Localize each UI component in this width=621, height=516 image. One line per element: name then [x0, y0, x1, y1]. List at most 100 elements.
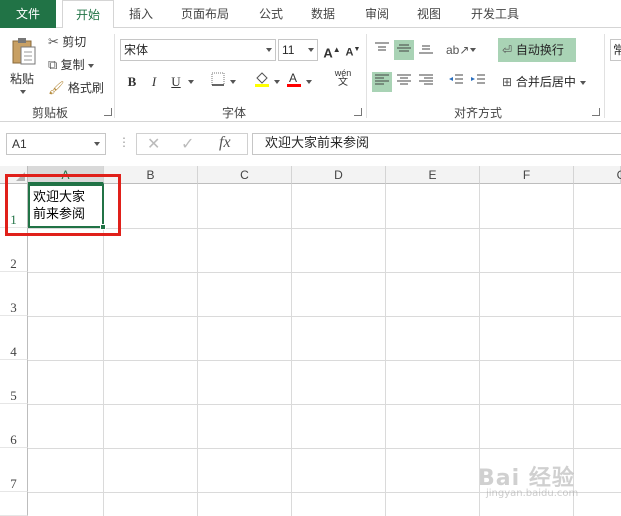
enter-check-icon[interactable]: ✓ [181, 134, 194, 154]
format-painter-button[interactable]: 🖌 格式刷 [48, 79, 104, 97]
row-header-5[interactable]: 5 [0, 360, 28, 404]
chevron-down-icon[interactable] [274, 80, 280, 84]
align-center-button[interactable] [394, 72, 414, 92]
grow-font-button[interactable]: A▲ [322, 40, 342, 60]
italic-button[interactable]: I [144, 72, 164, 92]
tab-home[interactable]: 开始 [62, 0, 114, 29]
shrink-font-label: A [345, 46, 354, 59]
brush-icon: 🖌 [48, 80, 65, 95]
font-color-button[interactable]: A [284, 70, 304, 90]
ribbon: 粘贴 ✂ 剪切 ⧉ 复制 🖌 格式刷 剪贴板 宋体 11 A▲ A▼ B I U [0, 28, 621, 122]
copy-button[interactable]: ⧉ 复制 [48, 56, 94, 74]
align-top-icon [375, 42, 389, 51]
font-group-label: 字体 [222, 106, 247, 120]
align-bottom-button[interactable] [416, 40, 436, 60]
tab-data[interactable]: 数据 [300, 0, 346, 28]
copy-label: 复制 [60, 58, 85, 72]
formula-bar: A1 ⋮ ✕ ✓ fx 欢迎大家前来参阅 [0, 122, 621, 166]
clipboard-group-label: 剪贴板 [32, 106, 69, 120]
ribbon-tab-bar: 文件 开始 插入 页面布局 公式 数据 审阅 视图 开发工具 [0, 0, 621, 29]
wrap-text-icon: ⏎ [502, 43, 513, 57]
align-middle-button[interactable] [394, 40, 414, 60]
paste-button[interactable]: 粘贴 [6, 34, 42, 98]
tab-file[interactable]: 文件 [0, 0, 56, 28]
chevron-down-icon [579, 80, 586, 85]
decrease-indent-button[interactable] [446, 72, 466, 92]
tab-developer[interactable]: 开发工具 [462, 0, 528, 28]
border-button[interactable] [208, 72, 228, 92]
insert-function-icon[interactable]: fx [219, 134, 231, 152]
cut-label: 剪切 [62, 35, 87, 49]
bold-button[interactable]: B [122, 72, 142, 92]
increase-indent-button[interactable] [468, 72, 488, 92]
wrap-text-button[interactable]: ⏎ 自动换行 [498, 38, 576, 62]
font-size-value: 11 [282, 43, 295, 57]
row-header-8[interactable] [0, 492, 28, 516]
wrap-text-label: 自动换行 [515, 43, 564, 57]
gridline [28, 448, 621, 449]
name-box-value: A1 [12, 137, 27, 151]
paste-icon [12, 38, 36, 65]
align-right-button[interactable] [416, 72, 436, 92]
align-left-button[interactable] [372, 72, 392, 92]
underline-button[interactable]: U [166, 72, 186, 92]
watermark-url: jingyan.baidu.com [486, 488, 579, 499]
tab-insert[interactable]: 插入 [118, 0, 164, 28]
merge-center-button[interactable]: ⊞ 合并后居中 [498, 70, 602, 94]
alignment-launcher-icon[interactable] [592, 108, 600, 116]
chevron-down-icon[interactable] [230, 80, 236, 84]
column-header-e[interactable]: E [386, 166, 480, 184]
font-name-select[interactable]: 宋体 [120, 39, 276, 61]
column-header-g-label: G [617, 168, 621, 182]
text-orientation-icon: ab↗ [446, 43, 470, 57]
gridline [28, 360, 621, 361]
column-header-d[interactable]: D [292, 166, 386, 184]
row-header-3[interactable]: 3 [0, 272, 28, 316]
column-header-c[interactable]: C [198, 166, 292, 184]
fill-color-button[interactable] [252, 70, 272, 90]
chevron-down-icon [94, 142, 100, 146]
column-header-g[interactable]: G [574, 166, 621, 184]
fill-bucket-icon [255, 72, 269, 87]
font-launcher-icon[interactable] [354, 108, 362, 116]
row-header-6[interactable]: 6 [0, 404, 28, 448]
tab-review[interactable]: 审阅 [354, 0, 400, 28]
number-format-select[interactable]: 常 [610, 39, 621, 61]
tab-page-layout[interactable]: 页面布局 [172, 0, 238, 28]
chevron-down-icon [88, 63, 94, 68]
cut-button[interactable]: ✂ 剪切 [48, 33, 86, 51]
merge-center-label: 合并后居中 [515, 75, 576, 89]
alignment-group-label: 对齐方式 [454, 106, 503, 120]
align-top-button[interactable] [372, 40, 392, 60]
align-left-icon [375, 74, 389, 85]
column-header-f[interactable]: F [480, 166, 574, 184]
shrink-font-button[interactable]: A▼ [343, 40, 363, 60]
formula-input[interactable]: 欢迎大家前来参阅 [252, 133, 621, 155]
decrease-indent-icon [449, 74, 463, 84]
orientation-button[interactable]: ab↗ [446, 40, 470, 60]
border-icon [211, 72, 225, 86]
clipboard-launcher-icon[interactable] [104, 108, 112, 116]
phonetic-glyph-icon: 文 [338, 77, 348, 88]
formula-bar-handle[interactable]: ⋮ [118, 135, 130, 149]
chevron-down-icon[interactable] [306, 80, 312, 84]
chevron-down-icon [266, 48, 272, 52]
group-divider [604, 34, 605, 118]
tab-view[interactable]: 视图 [406, 0, 452, 28]
number-format-value: 常 [613, 43, 621, 57]
gridline [28, 272, 621, 273]
gridline [28, 404, 621, 405]
row-header-7[interactable]: 7 [0, 448, 28, 492]
copy-icon: ⧉ [48, 57, 58, 72]
gridline [291, 184, 292, 516]
tab-formulas[interactable]: 公式 [248, 0, 294, 28]
cancel-icon[interactable]: ✕ [147, 134, 160, 154]
row-header-4[interactable]: 4 [0, 316, 28, 360]
phonetic-button[interactable]: wén 文 [328, 68, 358, 88]
font-size-select[interactable]: 11 [278, 39, 318, 61]
name-box[interactable]: A1 [6, 133, 106, 155]
align-bottom-icon [419, 45, 433, 54]
group-divider [114, 34, 115, 118]
chevron-down-icon[interactable] [188, 80, 194, 84]
chevron-down-icon[interactable] [470, 48, 476, 52]
